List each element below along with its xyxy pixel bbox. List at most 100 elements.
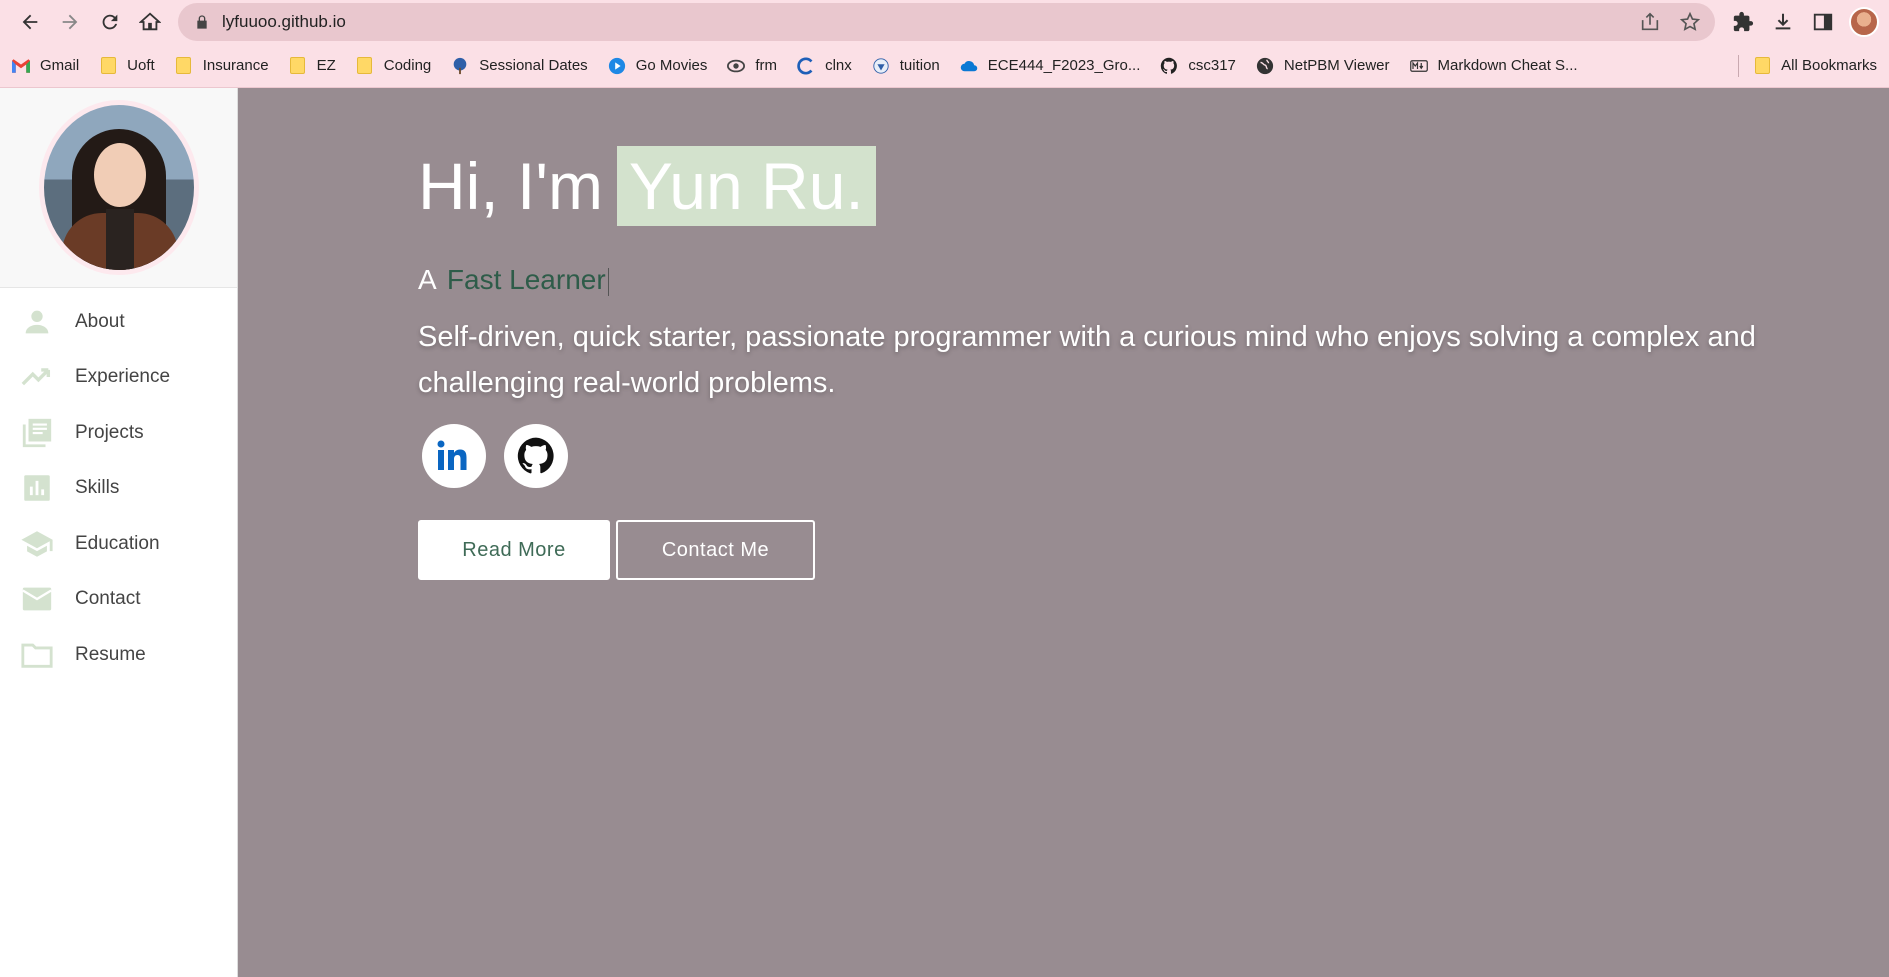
sidebar: About Experience Projects Skills Educati…	[0, 88, 238, 977]
bookmark-clnx[interactable]: clnx	[797, 56, 852, 75]
reload-button[interactable]	[90, 2, 130, 42]
profile-avatar[interactable]	[1849, 7, 1879, 37]
bookmark-sessional-dates[interactable]: Sessional Dates	[451, 57, 588, 75]
read-more-button[interactable]: Read More	[418, 520, 610, 580]
globe-icon	[1256, 57, 1274, 75]
hero-content: Hi, I'm Yun Ru. A Fast Learner Self-driv…	[418, 146, 1789, 580]
mail-icon	[20, 582, 54, 616]
all-bookmarks-label: All Bookmarks	[1781, 57, 1877, 74]
social-links	[418, 424, 1789, 488]
folder-icon	[1753, 57, 1771, 75]
browser-toolbar: lyfuuoo.github.io	[0, 0, 1889, 44]
folder-icon	[175, 57, 193, 75]
bar-chart-icon	[20, 471, 54, 505]
markdown-icon	[1409, 57, 1428, 75]
arrow-right-icon	[62, 14, 78, 30]
tagline-role: Fast Learner	[446, 264, 606, 295]
sidebar-item-about[interactable]: About	[0, 294, 237, 350]
bookmark-tuition[interactable]: tuition	[872, 57, 940, 75]
folder-icon	[356, 57, 374, 75]
person-icon	[20, 305, 54, 339]
bookmarks-bar: Gmail Uoft Insurance EZ Coding Sessional…	[0, 44, 1889, 88]
star-icon[interactable]	[1679, 11, 1701, 33]
all-bookmarks-folder[interactable]: All Bookmarks	[1753, 57, 1877, 75]
tagline-prefix: A	[418, 264, 436, 295]
home-button[interactable]	[130, 2, 170, 42]
reload-icon	[102, 14, 118, 30]
bookmark-label: EZ	[316, 57, 336, 74]
bookmark-label: Insurance	[202, 57, 269, 74]
bookmark-label: tuition	[899, 57, 940, 74]
linkedin-icon	[437, 440, 467, 470]
hero-actions: Read More Contact Me	[418, 520, 1789, 580]
sidebar-item-label: Resume	[75, 643, 146, 665]
avatar	[38, 100, 199, 275]
portfolio-page: About Experience Projects Skills Educati…	[0, 88, 1889, 977]
folder-outline-icon	[20, 638, 54, 672]
arrow-left-icon	[22, 14, 38, 30]
bookmark-gmail[interactable]: Gmail	[12, 57, 79, 75]
download-icon	[1775, 13, 1791, 30]
crest-icon	[872, 57, 890, 75]
folder-icon	[289, 57, 307, 75]
bookmark-insurance[interactable]: Insurance	[175, 57, 269, 75]
sidebar-item-contact[interactable]: Contact	[0, 572, 237, 628]
bookmark-markdown[interactable]: Markdown Cheat S...	[1409, 57, 1578, 75]
folder-icon	[99, 57, 117, 75]
forward-button[interactable]	[50, 2, 90, 42]
sidebar-item-resume[interactable]: Resume	[0, 627, 237, 683]
bookmark-label: clnx	[825, 57, 852, 74]
back-button[interactable]	[10, 2, 50, 42]
contact-me-button[interactable]: Contact Me	[616, 520, 815, 580]
extensions-button[interactable]	[1723, 2, 1763, 42]
bookmark-coding[interactable]: Coding	[356, 57, 432, 75]
sidebar-item-experience[interactable]: Experience	[0, 350, 237, 406]
bookmark-ez[interactable]: EZ	[289, 57, 336, 75]
sidebar-item-education[interactable]: Education	[0, 516, 237, 572]
bookmark-label: Sessional Dates	[479, 57, 588, 74]
share-icon[interactable]	[1639, 11, 1661, 33]
trending-up-icon	[20, 360, 54, 394]
home-icon	[139, 12, 161, 31]
hero-section: Hi, I'm Yun Ru. A Fast Learner Self-driv…	[238, 88, 1889, 977]
side-panel-icon	[1813, 13, 1833, 31]
linkedin-link[interactable]	[422, 424, 486, 488]
library-books-icon	[20, 416, 54, 450]
clnx-icon	[797, 56, 815, 75]
typing-cursor	[607, 267, 609, 296]
side-panel-button[interactable]	[1803, 2, 1843, 42]
sidebar-item-label: Education	[75, 532, 160, 554]
bookmark-frm[interactable]: frm	[727, 57, 777, 75]
bookmark-ece444[interactable]: ECE444_F2023_Gro...	[960, 57, 1141, 75]
bookmark-label: ECE444_F2023_Gro...	[987, 57, 1141, 74]
sidebar-item-label: Contact	[75, 588, 141, 610]
sidebar-menu: About Experience Projects Skills Educati…	[0, 288, 237, 683]
bookmark-label: Uoft	[127, 57, 155, 74]
sidebar-item-label: About	[75, 310, 125, 332]
github-icon	[1160, 57, 1178, 75]
cloud-icon	[960, 57, 978, 75]
github-icon	[517, 437, 554, 474]
lock-icon	[197, 15, 207, 29]
downloads-button[interactable]	[1763, 2, 1803, 42]
address-bar[interactable]: lyfuuoo.github.io	[178, 3, 1715, 41]
bookmark-label: NetPBM Viewer	[1283, 57, 1390, 74]
bookmark-uoft[interactable]: Uoft	[99, 57, 155, 75]
sidebar-item-projects[interactable]: Projects	[0, 405, 237, 461]
bookmark-netpbm[interactable]: NetPBM Viewer	[1256, 57, 1390, 75]
sidebar-item-skills[interactable]: Skills	[0, 461, 237, 517]
bookmark-label: csc317	[1188, 57, 1236, 74]
sidebar-item-label: Skills	[75, 477, 120, 499]
bookmark-label: Markdown Cheat S...	[1437, 57, 1578, 74]
github-link[interactable]	[504, 424, 568, 488]
bookmark-csc317[interactable]: csc317	[1160, 57, 1236, 75]
bookmark-label: Coding	[383, 57, 432, 74]
greeting-text: Hi, I'm	[418, 149, 603, 223]
typed-tagline: A Fast Learner	[418, 264, 1789, 296]
sidebar-item-label: Experience	[75, 366, 171, 388]
bookmark-label: Go Movies	[635, 57, 708, 74]
bookmarks-separator	[1738, 54, 1740, 77]
url-text[interactable]: lyfuuoo.github.io	[222, 12, 1621, 32]
bookmark-go-movies[interactable]: Go Movies	[608, 57, 708, 75]
hero-heading: Hi, I'm Yun Ru.	[418, 146, 1789, 226]
